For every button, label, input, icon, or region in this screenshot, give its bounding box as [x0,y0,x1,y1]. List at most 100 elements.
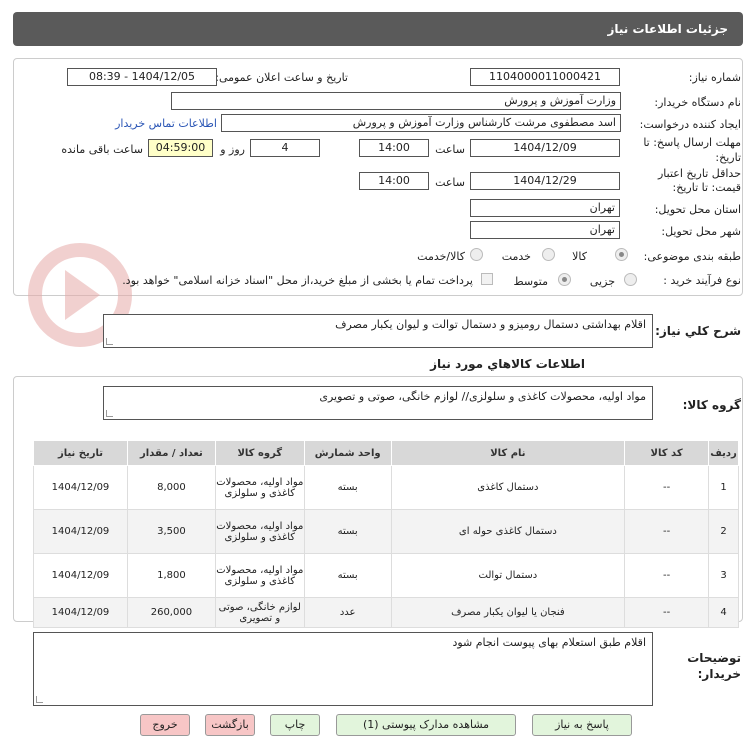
col-code: كد كالا [624,440,710,466]
validity-label: حداقل تاریخ اعتبار [657,167,741,180]
need-number-label: شماره نیاز: [688,71,741,84]
back-button[interactable]: بازگشت [205,714,255,736]
cell-qty: 8,000 [126,465,216,510]
days-field: 4 [250,139,320,157]
col-group: گروه كالا [214,440,305,466]
cell-date: 1404/12/09 [33,465,128,510]
validity-time-label: ساعت [435,176,465,189]
validity-date-field: 1404/12/29 [470,172,620,190]
respond-button[interactable]: پاسخ به نیاز [532,714,632,736]
col-unit: واحد شمارش [303,440,392,466]
requester-label: ایجاد کننده درخواست: [639,118,741,131]
goods-info-title: اطلاعات كالاهاي مورد نياز [430,357,585,371]
cell-index: 2 [708,509,739,554]
province-field: تهران [470,199,620,217]
cell-name: دستمال کاغذی حوله ای [390,509,626,554]
deadline-time-field: 14:00 [359,139,429,157]
table-row[interactable]: 3 -- دستمال توالت بسته مواد اولیه، محصول… [33,553,739,598]
city-field: تهران [470,221,620,239]
col-index: رديف [708,440,739,466]
attachments-button[interactable]: مشاهده مدارک پیوستی (1) [336,714,516,736]
cell-date: 1404/12/09 [33,509,128,554]
cell-qty: 1,800 [126,553,216,598]
city-label: شهر محل تحویل: [661,225,741,238]
notes-label: توضیحات [687,651,741,665]
remaining-time-field: 04:59:00 [148,139,213,157]
category-option-service: خدمت [501,250,531,263]
category-option-goods-service: کالا/خدمت [417,250,465,263]
summary-label: شرح كلي نياز: [655,324,741,338]
resize-handle-icon[interactable] [106,338,113,345]
payment-checkbox[interactable] [481,273,493,285]
items-table: رديف كد كالا نام كالا واحد شمارش گروه كا… [33,440,739,628]
table-row[interactable]: 1 -- دستمال کاغذی بسته مواد اولیه، محصول… [33,465,739,510]
cell-date: 1404/12/09 [33,553,128,598]
goods-group-field: مواد اولیه، محصولات کاغذی و سلولزی// لوا… [103,386,653,420]
need-number-field: 1104000011000421 [470,68,620,86]
cell-unit: بسته [303,509,392,554]
cell-code: -- [624,553,710,598]
cell-group: لوازم خانگی، صوتی و تصویری [214,597,305,628]
table-header-row: رديف كد كالا نام كالا واحد شمارش گروه كا… [33,440,739,466]
deadline-label-2: تاریخ: [715,151,741,164]
cell-unit: عدد [303,597,392,628]
remaining-label: ساعت باقی مانده [61,143,143,156]
summary-field: اقلام بهداشتی دستمال رومیزو و دستمال توا… [103,314,653,348]
deadline-label: مهلت ارسال پاسخ: تا [643,136,741,149]
category-option-goods: کالا [572,250,587,263]
cell-name: دستمال کاغذی [390,465,626,510]
category-radio-goods[interactable] [615,248,628,261]
category-label: طبقه بندی موضوعی: [643,250,741,263]
exit-button[interactable]: خروج [140,714,190,736]
process-radio-partial[interactable] [624,273,637,286]
resize-handle-icon[interactable] [36,696,43,703]
cell-group: مواد اولیه، محصولات کاغذی و سلولزی [214,509,305,554]
province-label: استان محل تحویل: [654,203,741,216]
page-header: جزئیات اطلاعات نیاز [13,12,743,46]
cell-qty: 260,000 [126,597,216,628]
cell-name: فنجان یا لیوان یکبار مصرف [390,597,626,628]
cell-code: -- [624,465,710,510]
cell-index: 3 [708,553,739,598]
category-radio-service[interactable] [542,248,555,261]
cell-qty: 3,500 [126,509,216,554]
category-radio-goods-service[interactable] [470,248,483,261]
col-qty: تعداد / مقدار [126,440,216,466]
requester-field: اسد مصطفوی مرشت کارشناس وزارت آموزش و پر… [221,114,621,132]
contact-buyer-link[interactable]: اطلاعات تماس خریدار [115,117,217,130]
process-label: نوع فرآیند خرید : [663,274,741,287]
summary-text: اقلام بهداشتی دستمال رومیزو و دستمال توا… [335,318,646,331]
validity-time-field: 14:00 [359,172,429,190]
col-date: تاريخ نياز [33,440,128,466]
process-option-medium: متوسط [513,275,548,288]
days-label: روز و [220,143,245,156]
process-option-partial: جزیی [589,275,615,288]
cell-name: دستمال توالت [390,553,626,598]
notes-text: اقلام طبق استعلام بهای پیوست انجام شود [452,636,646,649]
page-title: جزئیات اطلاعات نیاز [607,22,728,36]
cell-code: -- [624,509,710,554]
notes-field: اقلام طبق استعلام بهای پیوست انجام شود [33,632,653,706]
buyer-org-label: نام دستگاه خریدار: [654,96,741,109]
cell-date: 1404/12/09 [33,597,128,628]
cell-unit: بسته [303,465,392,510]
table-row[interactable]: 2 -- دستمال کاغذی حوله ای بسته مواد اولی… [33,509,739,554]
goods-group-text: مواد اولیه، محصولات کاغذی و سلولزی// لوا… [319,390,646,403]
table-row[interactable]: 4 -- فنجان یا لیوان یکبار مصرف عدد لوازم… [33,597,739,628]
payment-note: پرداخت تمام یا بخشی از مبلغ خرید،از محل … [122,274,473,287]
cell-group: مواد اولیه، محصولات کاغذی و سلولزی [214,465,305,510]
buyer-org-field: وزارت آموزش و پرورش [171,92,621,110]
deadline-time-label: ساعت [435,143,465,156]
announce-label: تاریخ و ساعت اعلان عمومی: [215,71,348,84]
process-radio-medium[interactable] [558,273,571,286]
cell-code: -- [624,597,710,628]
validity-label-2: قیمت: تا تاریخ: [672,181,741,194]
print-button[interactable]: چاپ [270,714,320,736]
col-name: نام كالا [390,440,626,466]
resize-handle-icon[interactable] [106,410,113,417]
cell-index: 4 [708,597,739,628]
deadline-date-field: 1404/12/09 [470,139,620,157]
cell-index: 1 [708,465,739,510]
cell-unit: بسته [303,553,392,598]
cell-group: مواد اولیه، محصولات کاغذی و سلولزی [214,553,305,598]
